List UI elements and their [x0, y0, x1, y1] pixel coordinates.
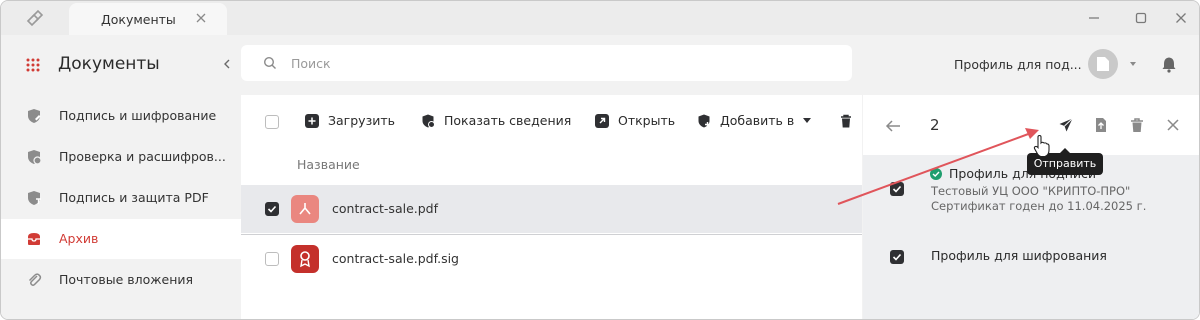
archive-icon: [28, 233, 40, 245]
check-icon: [892, 185, 902, 193]
profile-checkbox-encrypt[interactable]: [890, 250, 904, 264]
app-window: Документы Документы Подпись и шифрование…: [0, 0, 1200, 320]
column-header-name[interactable]: Название: [297, 157, 360, 172]
avatar[interactable]: [1088, 49, 1118, 79]
bell-icon[interactable]: [1161, 56, 1177, 73]
profile-issuer: Тестовый УЦ ООО "КРИПТО-ПРО": [931, 184, 1131, 198]
sidebar-title: Документы: [58, 54, 160, 74]
sidebar-item-archive[interactable]: Архив: [1, 219, 241, 259]
file-name: contract-sale.pdf: [332, 201, 439, 216]
upload-label: Загрузить: [328, 113, 395, 128]
sidebar-item-label: Проверка и расшифров...: [59, 149, 226, 164]
trash-icon[interactable]: [840, 114, 852, 128]
profile-selector-label[interactable]: Профиль для под...: [954, 57, 1082, 72]
profile-certificate-validity: Сертификат годен до 11.04.2025 г.: [931, 199, 1147, 213]
pdf-file-icon: [291, 195, 319, 223]
tab-documents[interactable]: Документы: [69, 3, 227, 35]
sidebar-item-label: Почтовые вложения: [59, 272, 194, 287]
paperclip-icon: [28, 273, 42, 286]
shield-check-icon: [28, 150, 42, 165]
shield-info-icon: [422, 114, 435, 128]
close-icon[interactable]: [1165, 117, 1181, 133]
open-label: Открыть: [618, 113, 676, 128]
apps-grid-icon[interactable]: [26, 58, 40, 72]
upload-button[interactable]: Загрузить: [305, 107, 395, 135]
collapse-sidebar-icon[interactable]: [221, 58, 233, 70]
signature-file-icon: [291, 245, 319, 273]
sidebar: Документы Подпись и шифрование Проверка …: [1, 35, 241, 319]
sidebar-item-sign-encrypt[interactable]: Подпись и шифрование: [1, 96, 241, 136]
row-checkbox[interactable]: [265, 252, 279, 266]
selected-count: 2: [930, 116, 940, 134]
shield-pen-icon: [28, 109, 41, 123]
file-name: contract-sale.pdf.sig: [332, 251, 459, 266]
show-info-label: Показать сведения: [444, 113, 572, 128]
search-icon: [263, 56, 276, 69]
title-bar: Документы: [1, 1, 1199, 35]
sidebar-item-label: Подпись и защита PDF: [59, 190, 209, 205]
acrobat-icon: [299, 203, 311, 215]
table-row[interactable]: contract-sale.pdf: [241, 185, 862, 233]
close-tab-icon[interactable]: [195, 12, 207, 24]
plus-box-icon: [305, 114, 319, 128]
tooltip-arrow: [1060, 148, 1070, 153]
valid-check-icon: [930, 168, 942, 180]
sidebar-item-verify-decrypt[interactable]: Проверка и расшифров...: [1, 137, 241, 177]
caret-down-icon: [803, 118, 811, 123]
arrow-left-icon[interactable]: [885, 119, 901, 133]
check-icon: [267, 205, 277, 213]
open-button[interactable]: Открыть: [595, 107, 675, 135]
sidebar-item-sign-pdf[interactable]: Подпись и защита PDF: [1, 178, 241, 218]
sidebar-item-mail-attachments[interactable]: Почтовые вложения: [1, 260, 241, 300]
chevron-down-icon[interactable]: [1128, 60, 1138, 68]
minimize-icon[interactable]: [1087, 11, 1101, 25]
profiles-list: Профиль для подписи Тестовый УЦ ООО "КРИ…: [863, 155, 1199, 319]
add-to-label: Добавить в: [720, 113, 795, 128]
tooltip-text: Отправить: [1033, 157, 1097, 170]
sidebar-item-label: Архив: [59, 231, 99, 246]
shield-pdf-icon: [28, 191, 41, 205]
check-icon: [892, 253, 902, 261]
table-row[interactable]: contract-sale.pdf.sig: [241, 235, 862, 283]
tab-label: Документы: [101, 12, 176, 27]
search-input[interactable]: [291, 45, 831, 81]
hand-cursor-icon: [1033, 134, 1050, 158]
search-bar: [241, 45, 852, 81]
file-list-panel: Загрузить Показать сведения Открыть Доба…: [241, 95, 862, 319]
details-panel: 2 Профиль для подписи Тестовый УЦ ООО "К…: [863, 95, 1199, 319]
open-external-icon: [595, 114, 609, 128]
close-window-icon[interactable]: [1174, 11, 1188, 25]
profile-checkbox-sign[interactable]: [890, 182, 904, 196]
sidebar-header: Документы: [1, 35, 241, 95]
export-file-icon[interactable]: [1093, 117, 1109, 133]
toolbar: Загрузить Показать сведения Открыть Доба…: [241, 95, 862, 147]
add-to-button[interactable]: Добавить в: [697, 107, 817, 135]
app-logo-icon: [26, 9, 44, 27]
document-avatar-icon: [1097, 57, 1109, 71]
maximize-icon[interactable]: [1134, 11, 1148, 25]
row-checkbox[interactable]: [265, 202, 279, 216]
trash-icon[interactable]: [1129, 117, 1145, 133]
shield-plus-icon: [698, 114, 710, 128]
seal-icon: [300, 251, 310, 268]
profile-title-encrypt: Профиль для шифрования: [931, 248, 1107, 263]
send-icon[interactable]: [1058, 117, 1074, 133]
show-info-button[interactable]: Показать сведения: [421, 107, 571, 135]
select-all-checkbox[interactable]: [265, 115, 279, 129]
sidebar-item-label: Подпись и шифрование: [59, 108, 217, 123]
